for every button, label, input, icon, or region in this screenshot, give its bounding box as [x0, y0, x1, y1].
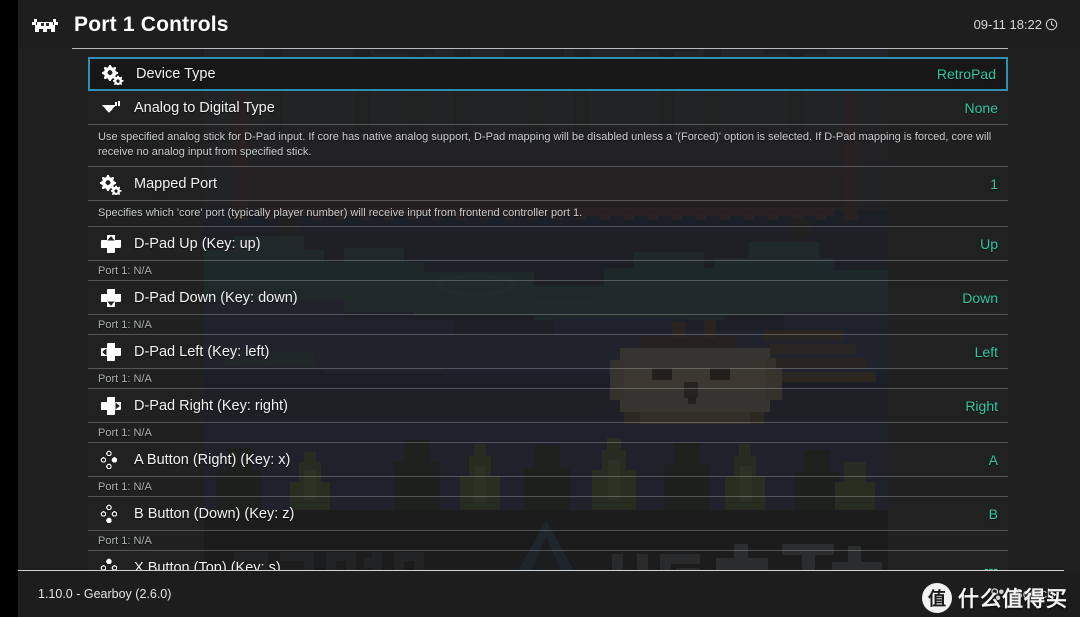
settings-row-label: A Button (Right) (Key: x) [134, 451, 291, 468]
search-action[interactable]: Search [990, 587, 1080, 602]
subcaption-text: Port 1: N/A [98, 534, 152, 547]
dpad-left-icon [98, 341, 124, 363]
settings-row-subcaption: Port 1: N/A [88, 261, 1008, 281]
description-text: Specifies which 'core' port (typically p… [98, 207, 583, 219]
page-title: Port 1 Controls [74, 12, 229, 36]
settings-row-label: Analog to Digital Type [134, 99, 275, 116]
settings-row-subcaption: Port 1: N/A [88, 531, 1008, 551]
settings-row-label: D-Pad Right (Key: right) [134, 397, 288, 414]
subcaption-text: Port 1: N/A [98, 318, 152, 331]
screen-bezel-left [0, 0, 18, 617]
settings-row-value[interactable]: A [989, 452, 998, 468]
settings-row-value[interactable]: Down [962, 290, 998, 306]
clock-text: 09-11 18:22 [973, 17, 1042, 32]
dpad-down-icon [98, 287, 124, 309]
settings-description: Specifies which 'core' port (typically p… [88, 201, 1008, 227]
search-icon [990, 587, 1007, 602]
version-label: 1.10.0 - Gearboy (2.6.0) [38, 587, 172, 601]
settings-row[interactable]: A Button (Right) (Key: x) A [88, 443, 1008, 477]
footer-divider [18, 570, 1064, 571]
settings-row[interactable]: D-Pad Left (Key: left) Left [88, 335, 1008, 369]
settings-row-subcaption: Port 1: N/A [88, 423, 1008, 443]
subcaption-text: Port 1: N/A [98, 426, 152, 439]
analog-stick-icon [98, 97, 124, 119]
settings-row-value[interactable]: 1 [990, 176, 998, 192]
settings-row-value[interactable]: Right [965, 398, 998, 414]
settings-row-value[interactable]: None [965, 100, 998, 116]
clock: 09-11 18:22 [974, 17, 1058, 32]
gears-icon [98, 173, 124, 196]
settings-row-subcaption: Port 1: N/A [88, 369, 1008, 389]
description-text: Use specified analog stick for D-Pad inp… [98, 131, 992, 158]
settings-row-subcaption: Port 1: N/A [88, 477, 1008, 497]
settings-row[interactable]: Analog to Digital Type None [88, 91, 1008, 125]
menu-header: Port 1 Controls 09-11 18:22 [0, 0, 1080, 49]
settings-row[interactable]: D-Pad Up (Key: up) Up [88, 227, 1008, 261]
settings-row-value[interactable]: RetroPad [937, 66, 996, 82]
retroarch-menu-screen: Port 1 Controls 09-11 18:22 Device Type R… [0, 0, 1080, 617]
header-divider [72, 48, 1008, 49]
settings-row-label: D-Pad Down (Key: down) [134, 289, 298, 306]
face-button-down-icon [98, 503, 124, 525]
settings-row-label: D-Pad Up (Key: up) [134, 235, 261, 252]
settings-row-subcaption: Port 1: N/A [88, 315, 1008, 335]
settings-row-value[interactable]: B [989, 506, 998, 522]
menu-footer: 1.10.0 - Gearboy (2.6.0) Search [0, 571, 1080, 617]
settings-row-label: Device Type [136, 66, 216, 82]
settings-row-value[interactable]: Up [980, 236, 998, 252]
settings-row[interactable]: D-Pad Down (Key: down) Down [88, 281, 1008, 315]
subcaption-text: Port 1: N/A [98, 264, 152, 277]
settings-row[interactable]: Mapped Port 1 [88, 167, 1008, 201]
settings-description: Use specified analog stick for D-Pad inp… [88, 125, 1008, 167]
search-label: Search [1014, 587, 1054, 601]
settings-row-label: D-Pad Left (Key: left) [134, 343, 270, 360]
clock-icon [1045, 18, 1058, 31]
settings-row[interactable]: D-Pad Right (Key: right) Right [88, 389, 1008, 423]
settings-row-value[interactable]: Left [975, 344, 998, 360]
settings-list[interactable]: Device Type RetroPad Analog to Digital Typ… [88, 57, 1008, 585]
subcaption-text: Port 1: N/A [98, 372, 152, 385]
gears-icon [100, 63, 126, 87]
face-button-right-icon [98, 449, 124, 471]
retroarch-invader-icon [30, 13, 60, 37]
subcaption-text: Port 1: N/A [98, 480, 152, 493]
settings-row-label: Mapped Port [134, 175, 218, 192]
settings-row[interactable]: B Button (Down) (Key: z) B [88, 497, 1008, 531]
settings-row[interactable]: Device Type RetroPad [88, 57, 1008, 91]
settings-row-label: B Button (Down) (Key: z) [134, 505, 295, 522]
dpad-up-icon [98, 233, 124, 255]
dpad-right-icon [98, 395, 124, 417]
